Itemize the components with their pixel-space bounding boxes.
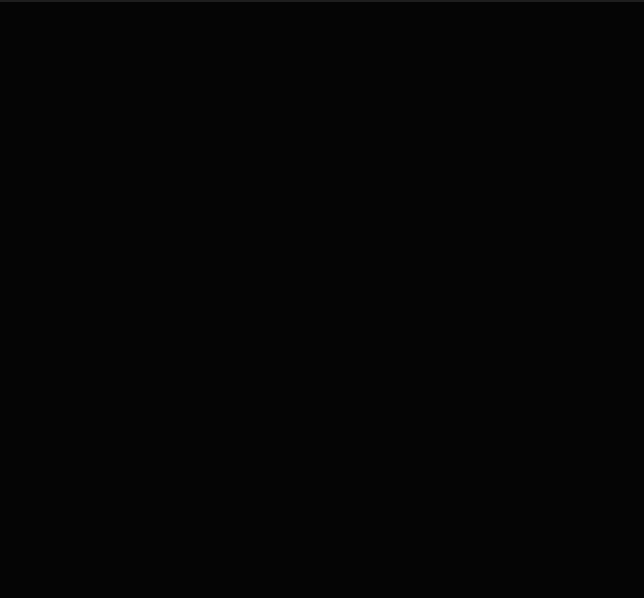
blank-line <box>4 66 644 81</box>
terminal[interactable] <box>0 2 644 216</box>
query-id-line <box>4 111 644 126</box>
blank-line <box>4 156 644 171</box>
